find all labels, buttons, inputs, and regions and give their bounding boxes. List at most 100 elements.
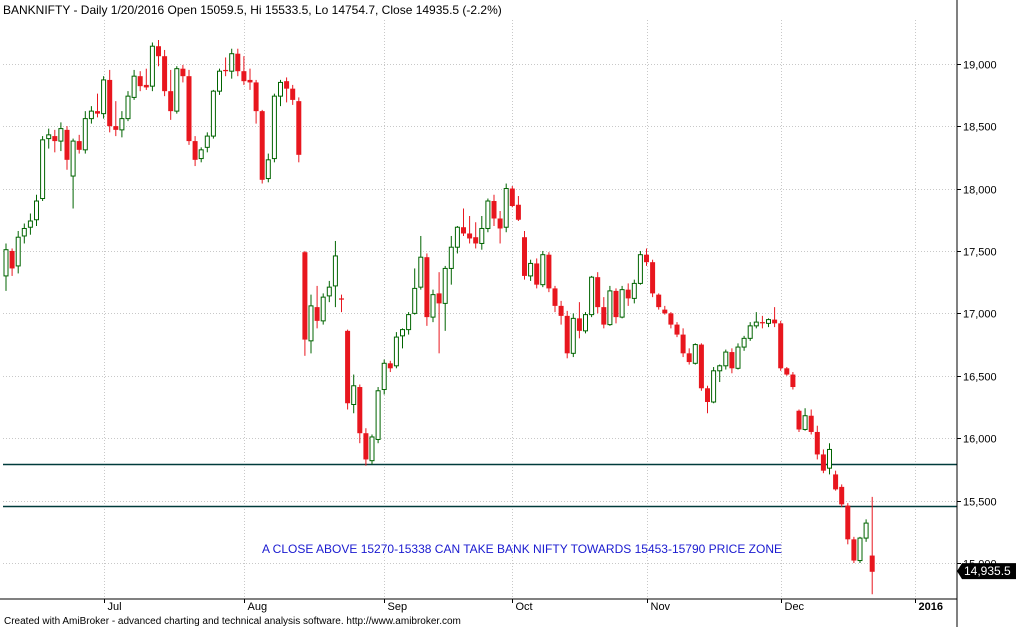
candle <box>40 136 46 202</box>
candle-body-down <box>644 254 649 263</box>
x-tick-label: Aug <box>248 601 268 613</box>
candle-body-up <box>271 95 277 160</box>
candle <box>162 49 168 97</box>
candle-body-down <box>784 368 790 375</box>
candle <box>21 223 27 244</box>
candle <box>70 138 76 209</box>
candle-body-up <box>430 294 436 318</box>
candle-body-up <box>265 159 271 180</box>
candle <box>790 372 796 390</box>
candle <box>522 230 527 280</box>
candle-body-up <box>393 336 399 367</box>
candle <box>540 250 546 288</box>
candle <box>631 279 637 304</box>
candle-body-down <box>113 126 119 130</box>
candle <box>253 79 259 124</box>
candle-body-down <box>613 290 619 318</box>
candle <box>808 409 814 435</box>
candle <box>528 259 534 281</box>
candle-body-down <box>558 305 564 316</box>
candle-body-up <box>40 139 46 200</box>
candle-body-down <box>680 334 686 354</box>
candle-body-down <box>601 307 607 325</box>
candle-body-down <box>491 201 497 219</box>
candle <box>473 222 479 249</box>
candle <box>625 283 631 306</box>
candle <box>705 385 710 414</box>
candle-body-down <box>833 474 839 490</box>
candle <box>491 194 497 226</box>
candle <box>95 93 100 118</box>
candle-body-up <box>802 415 808 430</box>
candle <box>601 297 607 329</box>
candle <box>247 68 253 90</box>
candle-body-down <box>705 388 710 403</box>
candle <box>229 48 235 79</box>
candle <box>436 272 442 354</box>
candle-body-up <box>82 118 88 151</box>
candle <box>278 79 283 107</box>
candle-body-down <box>296 101 302 155</box>
candle <box>863 519 869 542</box>
y-tick-label: 19,000 <box>963 60 997 72</box>
candle-body-up <box>589 276 595 316</box>
candlestick-chart: 15,00015,50016,00016,50017,00017,50018,0… <box>0 0 1016 627</box>
candle <box>137 71 143 92</box>
candle-body-up <box>540 254 546 286</box>
candle-body-up <box>570 317 576 354</box>
candle <box>497 211 503 244</box>
candle <box>668 312 674 329</box>
candle <box>723 349 729 370</box>
candle-body-down <box>339 298 344 300</box>
candle-body-up <box>101 79 107 115</box>
y-tick-label: 16,500 <box>963 372 997 384</box>
candle <box>680 328 686 358</box>
candle-body-up <box>692 344 698 364</box>
candle <box>76 134 82 154</box>
candle-body-down <box>778 323 784 369</box>
candle <box>656 293 662 310</box>
candle <box>869 496 875 595</box>
candle <box>479 215 485 250</box>
candle <box>375 387 381 444</box>
candle <box>509 186 515 208</box>
horizontal-lines <box>3 463 957 508</box>
candle-body-up <box>229 53 235 72</box>
candle-body-down <box>156 46 161 57</box>
candle-body-down <box>314 307 320 321</box>
x-tick-label: Jul <box>108 601 122 613</box>
candle <box>259 109 265 184</box>
candle-body-down <box>223 69 229 72</box>
footer-credit: Created with AmiBroker - advanced charti… <box>4 616 461 627</box>
candle-body-up <box>442 267 448 304</box>
candle-body-up <box>131 75 137 98</box>
candle <box>613 288 619 324</box>
candle-body-down <box>247 79 253 83</box>
candle <box>729 348 735 374</box>
candle <box>82 111 88 154</box>
candle <box>64 126 70 170</box>
last-close-tag: 14,935.5 <box>957 563 1016 580</box>
y-tick-label: 16,000 <box>963 434 997 446</box>
candle <box>772 307 778 328</box>
candle-body-down <box>168 91 174 112</box>
candle-body-down <box>668 313 674 325</box>
candle-body-up <box>747 325 753 339</box>
candle <box>204 132 210 153</box>
candle-body-down <box>820 454 826 471</box>
candle-body-up <box>631 282 637 299</box>
candle-body-down <box>509 188 515 207</box>
candle <box>217 68 222 95</box>
x-tick-label: Nov <box>651 601 671 613</box>
candle <box>119 111 125 138</box>
candle <box>265 153 271 183</box>
candle-body-up <box>308 305 314 342</box>
candle-body-down <box>290 88 296 100</box>
candle <box>485 198 491 233</box>
candle-body-up <box>766 319 771 324</box>
y-tick-label: 18,500 <box>963 122 997 134</box>
candle <box>314 285 320 329</box>
candle <box>570 313 576 358</box>
candle-body-up <box>174 68 180 112</box>
candle <box>595 272 601 314</box>
